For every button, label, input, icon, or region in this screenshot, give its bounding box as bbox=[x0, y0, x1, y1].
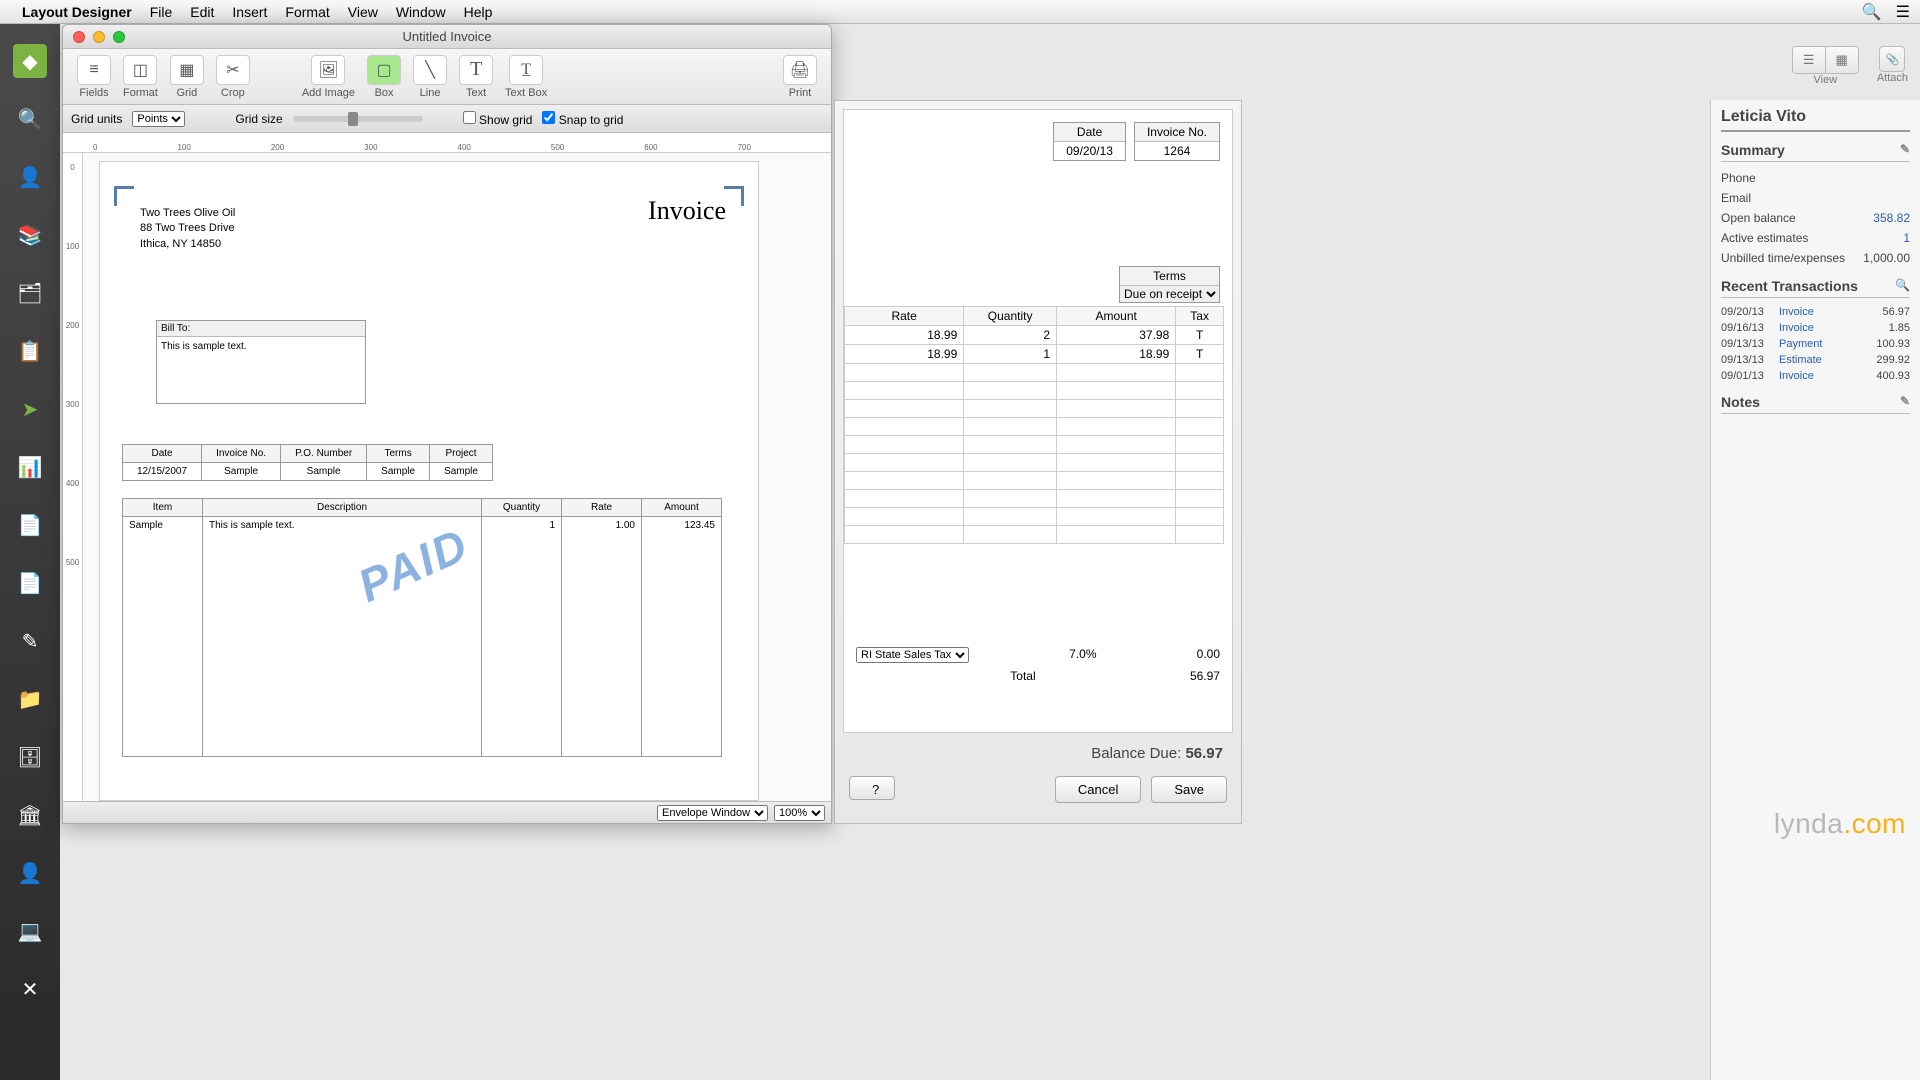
invoice-entry-panel: Date09/20/13 Invoice No.1264 Terms Due o… bbox=[834, 100, 1242, 824]
dock-icon-9[interactable]: 📄 bbox=[13, 508, 47, 542]
dock-chart-icon[interactable]: 📊 bbox=[13, 450, 47, 484]
dock-icon-10[interactable]: 📄 bbox=[13, 566, 47, 600]
view-label: View bbox=[1814, 74, 1838, 86]
date-box[interactable]: Date09/20/13 bbox=[1053, 122, 1126, 161]
search-icon[interactable]: 🔍 bbox=[1862, 2, 1882, 22]
dock-icon-13[interactable]: 🗄 bbox=[13, 740, 47, 774]
doc-tools: ☰ ▦ View 📎 Attach bbox=[1792, 46, 1908, 86]
dock-bank-icon[interactable]: 🏛 bbox=[13, 798, 47, 832]
crop-corner-tl[interactable] bbox=[114, 186, 134, 206]
menu-view[interactable]: View bbox=[348, 4, 378, 20]
terms-select[interactable]: Due on receipt bbox=[1120, 286, 1219, 302]
dock-icon-15[interactable]: 👤 bbox=[13, 856, 47, 890]
bill-to-box[interactable]: Bill To: This is sample text. bbox=[156, 320, 366, 404]
print-button[interactable]: 🖨Print bbox=[783, 55, 817, 99]
cancel-button[interactable]: Cancel bbox=[1055, 776, 1141, 803]
view-grid-icon[interactable]: ▦ bbox=[1826, 47, 1858, 73]
invoice-no-box[interactable]: Invoice No.1264 bbox=[1134, 122, 1220, 161]
menu-edit[interactable]: Edit bbox=[190, 4, 214, 20]
invoice-page[interactable]: Two Trees Olive Oil 88 Two Trees Drive I… bbox=[99, 161, 759, 801]
options-bar: Grid units Points Grid size Show grid Sn… bbox=[63, 105, 831, 133]
transaction-row[interactable]: 09/20/13Invoice56.97 bbox=[1721, 304, 1910, 320]
terms-box: Terms Due on receipt bbox=[1119, 266, 1220, 303]
grid-size-label: Grid size bbox=[235, 112, 282, 126]
grid-size-slider[interactable] bbox=[293, 116, 423, 122]
dock-people-icon[interactable]: 👤 bbox=[13, 160, 47, 194]
menu-extra-icon[interactable]: ☰ bbox=[1896, 2, 1910, 22]
customer-panel: Leticia Vito Summary✎ Phone Email Open b… bbox=[1710, 100, 1920, 1080]
tax-item-select[interactable]: RI State Sales Tax bbox=[856, 647, 969, 663]
sidebar-dock: ◆ 🔍 👤 📚 🗂 📋 ➤ 📊 📄 📄 ✎ 📁 🗄 🏛 👤 💻 ✕ bbox=[0, 24, 60, 1080]
line-item-row: 18.99118.99T bbox=[845, 345, 1224, 364]
transaction-row[interactable]: 09/13/13Payment100.93 bbox=[1721, 336, 1910, 352]
search-transactions-icon[interactable]: 🔍 bbox=[1895, 278, 1910, 294]
line-item-row: 18.99237.98T bbox=[845, 326, 1224, 345]
help-button[interactable]: ? bbox=[849, 776, 895, 800]
dock-icon-12[interactable]: 📁 bbox=[13, 682, 47, 716]
menu-help[interactable]: Help bbox=[464, 4, 493, 20]
balance-due: Balance Due: 56.97 bbox=[843, 745, 1233, 762]
invoice-title[interactable]: Invoice bbox=[648, 196, 726, 226]
window-bottom-bar: Envelope Window 100% bbox=[63, 801, 831, 823]
snap-to-grid-checkbox[interactable] bbox=[542, 111, 555, 124]
layout-designer-window: Untitled Invoice ≡Fields ◫Format ▦Grid ✂… bbox=[62, 24, 832, 824]
menu-insert[interactable]: Insert bbox=[232, 4, 267, 20]
zoom-select[interactable]: 100% bbox=[774, 805, 825, 821]
format-button[interactable]: ◫Format bbox=[123, 55, 158, 99]
menu-file[interactable]: File bbox=[150, 4, 173, 20]
transaction-row[interactable]: 09/01/13Invoice400.93 bbox=[1721, 368, 1910, 384]
invoice-meta-table[interactable]: DateInvoice No.P.O. NumberTermsProject 1… bbox=[122, 444, 493, 481]
line-items-grid[interactable]: RateQuantityAmountTax 18.99237.98T 18.99… bbox=[844, 306, 1224, 544]
add-image-button[interactable]: 🖼Add Image bbox=[302, 55, 355, 99]
crop-button[interactable]: ✂Crop bbox=[216, 55, 250, 99]
dock-icon-1[interactable]: ◆ bbox=[13, 44, 47, 78]
transaction-row[interactable]: 09/13/13Estimate299.92 bbox=[1721, 352, 1910, 368]
fields-button[interactable]: ≡Fields bbox=[77, 55, 111, 99]
totals: RI State Sales Tax7.0%0.00 Total56.97 bbox=[856, 644, 1220, 686]
company-address[interactable]: Two Trees Olive Oil 88 Two Trees Drive I… bbox=[140, 206, 235, 252]
menu-window[interactable]: Window bbox=[396, 4, 446, 20]
dock-icon-5[interactable]: 🗂 bbox=[13, 276, 47, 310]
grid-button[interactable]: ▦Grid bbox=[170, 55, 204, 99]
edit-notes-icon[interactable]: ✎ bbox=[1900, 394, 1910, 410]
dock-icon-7[interactable]: ➤ bbox=[13, 392, 47, 426]
ruler-horizontal: 0100200300400500600700 bbox=[63, 133, 831, 153]
dock-zoom-icon[interactable]: 🔍 bbox=[13, 102, 47, 136]
titlebar: Untitled Invoice bbox=[63, 25, 831, 49]
dock-icon-16[interactable]: 💻 bbox=[13, 914, 47, 948]
dock-icon-4[interactable]: 📚 bbox=[13, 218, 47, 252]
dock-tools-icon[interactable]: ✕ bbox=[13, 972, 47, 1006]
customer-name: Leticia Vito bbox=[1721, 108, 1910, 132]
show-grid-checkbox[interactable] bbox=[463, 111, 476, 124]
lynda-watermark: lynda.com bbox=[1774, 808, 1906, 840]
edit-summary-icon[interactable]: ✎ bbox=[1900, 142, 1910, 158]
attach-label: Attach bbox=[1877, 72, 1908, 84]
toolbar: ≡Fields ◫Format ▦Grid ✂Crop 🖼Add Image ▢… bbox=[63, 49, 831, 105]
crop-corner-tr[interactable] bbox=[724, 186, 744, 206]
view-list-icon[interactable]: ☰ bbox=[1793, 47, 1826, 73]
app-name[interactable]: Layout Designer bbox=[22, 4, 132, 20]
canvas[interactable]: Two Trees Olive Oil 88 Two Trees Drive I… bbox=[83, 153, 831, 813]
grid-units-select[interactable]: Points bbox=[132, 111, 185, 127]
text-button[interactable]: TText bbox=[459, 55, 493, 99]
text-box-button[interactable]: T̲Text Box bbox=[505, 55, 547, 99]
ruler-vertical: 0100200300400500 bbox=[63, 153, 83, 813]
envelope-select[interactable]: Envelope Window bbox=[657, 805, 768, 821]
transaction-row[interactable]: 09/16/13Invoice1.85 bbox=[1721, 320, 1910, 336]
grid-units-label: Grid units bbox=[71, 112, 122, 126]
attach-icon[interactable]: 📎 bbox=[1879, 46, 1905, 72]
menu-format[interactable]: Format bbox=[285, 4, 329, 20]
window-title: Untitled Invoice bbox=[63, 29, 831, 44]
box-button[interactable]: ▢Box bbox=[367, 55, 401, 99]
menubar: Layout Designer File Edit Insert Format … bbox=[0, 0, 1920, 24]
save-button[interactable]: Save bbox=[1151, 776, 1227, 803]
dock-icon-11[interactable]: ✎ bbox=[13, 624, 47, 658]
line-button[interactable]: ╲Line bbox=[413, 55, 447, 99]
dock-icon-6[interactable]: 📋 bbox=[13, 334, 47, 368]
